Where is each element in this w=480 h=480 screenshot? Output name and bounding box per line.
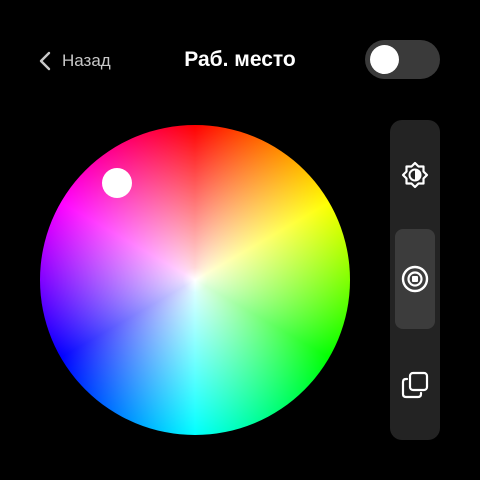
- color-wheel-handle[interactable]: [102, 168, 132, 198]
- toggle-knob: [370, 45, 399, 74]
- power-toggle[interactable]: [365, 40, 440, 79]
- color-wheel[interactable]: [40, 125, 350, 435]
- back-label: Назад: [62, 51, 111, 70]
- color-temperature-mode-button[interactable]: [395, 229, 435, 329]
- brightness-icon: [400, 160, 430, 190]
- page-title: Раб. место: [184, 48, 296, 71]
- scenes-icon: [400, 370, 430, 400]
- color-temperature-icon: [400, 264, 430, 294]
- chevron-left-icon: [38, 51, 52, 71]
- scenes-mode-button[interactable]: [395, 335, 435, 435]
- back-button[interactable]: Назад: [38, 46, 111, 76]
- brightness-mode-button[interactable]: [395, 125, 435, 225]
- mode-panel: [390, 120, 440, 440]
